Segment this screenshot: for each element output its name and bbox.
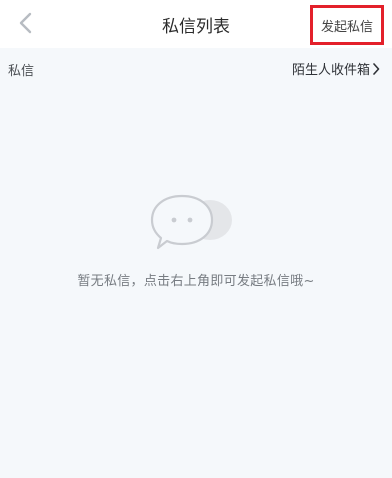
section-header: 私信 陌生人收件箱	[0, 48, 392, 92]
back-button[interactable]	[10, 8, 40, 38]
empty-state: 暂无私信，点击右上角即可发起私信哦~	[0, 190, 392, 289]
chat-bubble-icon	[150, 194, 232, 250]
compose-message-button[interactable]: 发起私信	[310, 5, 384, 45]
stranger-inbox-link[interactable]: 陌生人收件箱	[292, 59, 380, 78]
chevron-left-icon	[19, 12, 32, 34]
top-navigation-bar: 私信列表 发起私信	[0, 0, 392, 48]
chevron-right-icon	[373, 62, 380, 75]
stranger-inbox-label: 陌生人收件箱	[291, 63, 370, 78]
section-label: 私信	[8, 64, 35, 79]
empty-state-message: 暂无私信，点击右上角即可发起私信哦~	[77, 274, 315, 289]
